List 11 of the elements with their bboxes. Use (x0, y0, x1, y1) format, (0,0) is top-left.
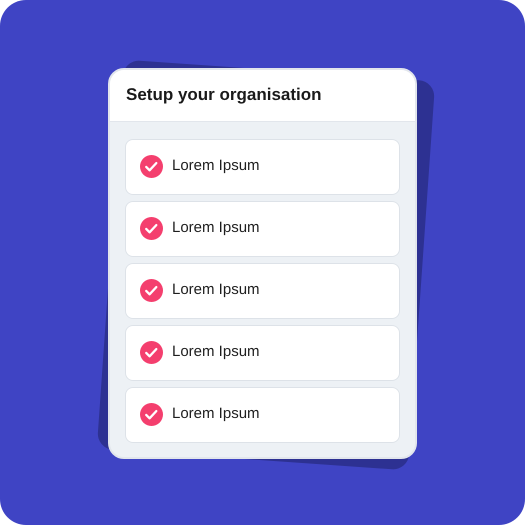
checklist-item[interactable]: Lorem Ipsum (125, 386, 400, 442)
item-label: Lorem Ipsum (172, 280, 260, 300)
item-label: Lorem Ipsum (172, 156, 260, 176)
checklist-item[interactable]: Lorem Ipsum (125, 262, 400, 318)
item-label: Lorem Ipsum (172, 404, 260, 424)
checklist-item[interactable]: Lorem Ipsum (125, 200, 400, 256)
item-label: Lorem Ipsum (172, 218, 260, 238)
checklist-item[interactable]: Lorem Ipsum (125, 138, 400, 194)
item-label: Lorem Ipsum (172, 342, 260, 362)
card-title: Setup your organisation (126, 84, 322, 106)
checklist-item[interactable]: Lorem Ipsum (125, 324, 400, 380)
